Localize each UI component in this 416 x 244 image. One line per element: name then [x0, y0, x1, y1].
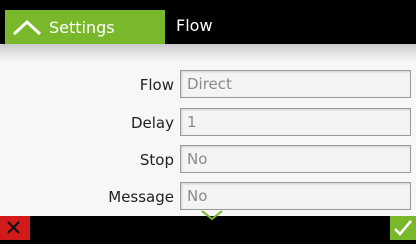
back-button[interactable]: Settings	[5, 10, 165, 44]
form-row-flow: Flow Direct	[0, 70, 416, 100]
chevron-down-icon[interactable]	[198, 208, 226, 222]
confirm-button[interactable]	[390, 216, 416, 240]
flow-field[interactable]: Direct	[180, 70, 411, 98]
stop-field[interactable]: No	[180, 145, 411, 173]
header-shadow	[0, 44, 416, 62]
field-label: Flow	[139, 76, 174, 94]
footer-bar	[0, 210, 416, 240]
form-row-delay: Delay 1	[0, 108, 416, 138]
chevron-up-icon	[12, 19, 42, 36]
message-field[interactable]: No	[180, 182, 411, 210]
field-value: No	[187, 150, 208, 168]
back-button-label: Settings	[49, 17, 115, 37]
field-label: Delay	[130, 114, 174, 132]
field-value: No	[187, 187, 208, 205]
page-title: Flow	[176, 16, 213, 35]
field-label: Stop	[139, 151, 174, 169]
header-bar: Settings Flow	[0, 0, 416, 44]
checkmark-icon	[394, 220, 412, 236]
delay-field[interactable]: 1	[180, 108, 411, 136]
field-value: Direct	[187, 75, 232, 93]
settings-screen: Settings Flow Flow Direct Delay 1 Stop N…	[0, 0, 416, 240]
form-row-stop: Stop No	[0, 145, 416, 175]
close-icon	[7, 221, 20, 234]
cancel-button[interactable]	[0, 216, 30, 240]
field-value: 1	[187, 113, 197, 131]
field-label: Message	[108, 188, 174, 206]
